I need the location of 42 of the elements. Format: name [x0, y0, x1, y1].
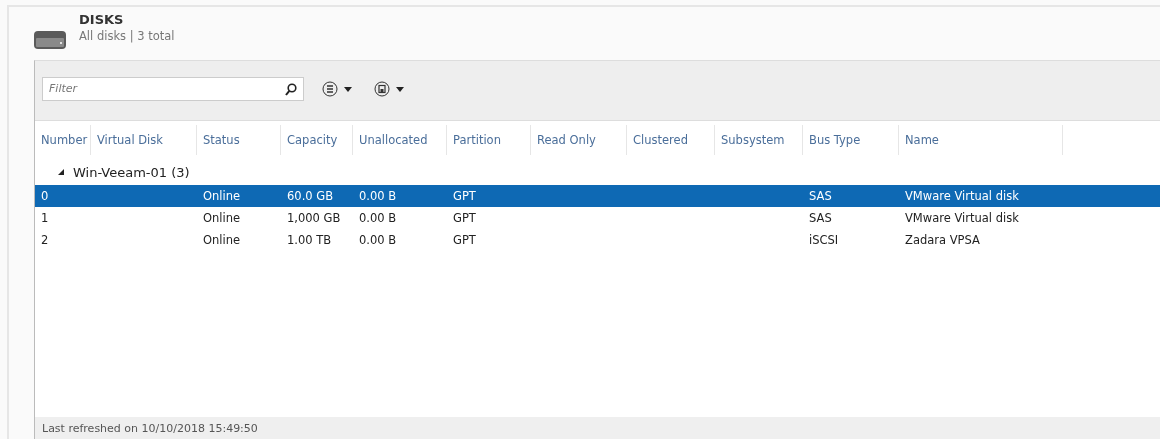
column-header[interactable]: Capacity	[281, 125, 353, 155]
column-header[interactable]: Bus Type	[803, 125, 899, 155]
column-header[interactable]: Subsystem	[715, 125, 803, 155]
table-cell: 0.00 B	[359, 189, 397, 203]
group-header[interactable]: Win-Veeam-01 (3)	[35, 159, 1160, 185]
table-row[interactable]: 2 Online 1.00 TB 0.00 B GPT iSCSI Zadara VPSA	[35, 229, 1160, 251]
search-icon	[285, 82, 297, 96]
table-cell: SAS	[809, 189, 832, 203]
table-cell: GPT	[453, 189, 476, 203]
table-cell: SAS	[809, 211, 832, 225]
table-cell: GPT	[453, 211, 476, 225]
table-cell: GPT	[453, 233, 476, 247]
table-cell: iSCSI	[809, 233, 839, 247]
table-cell: Online	[203, 189, 241, 203]
column-header[interactable]: Number	[35, 125, 91, 155]
table-cell: VMware Virtual disk	[905, 211, 1019, 225]
table-cell: 0.00 B	[359, 211, 397, 225]
filter-field[interactable]: Filter	[42, 76, 304, 101]
table-cell: VMware Virtual disk	[905, 189, 1019, 203]
table-cell: 1,000 GB	[287, 211, 341, 225]
column-header[interactable]: Partition	[447, 125, 531, 155]
table-row[interactable]: 0 Online 60.0 GB 0.00 B GPT SAS VMware Virtual disk	[35, 185, 1160, 207]
table-row[interactable]: 1 Online 1,000 GB 0.00 B GPT SAS VMware Virtual disk	[35, 207, 1160, 229]
column-header[interactable]: Name	[899, 125, 1063, 155]
column-header[interactable]: Clustered	[627, 125, 715, 155]
column-header[interactable]: Status	[197, 125, 281, 155]
column-header[interactable]: Unallocated	[353, 125, 447, 155]
table-cell: 1.00 TB	[287, 233, 332, 247]
section-subtitle: All disks | 3 total	[79, 29, 175, 43]
table-cell: 0	[41, 189, 49, 203]
table-cell: 60.0 GB	[287, 189, 334, 203]
column-header[interactable]: Read Only	[531, 125, 627, 155]
table-cell: 0.00 B	[359, 233, 397, 247]
table-cell: Online	[203, 233, 241, 247]
column-header[interactable]: Virtual Disk	[91, 125, 197, 155]
table-cell: 2	[41, 233, 49, 247]
section-title: DISKS	[79, 12, 125, 27]
table-cell: 1	[41, 211, 49, 225]
table-cell: Online	[203, 211, 241, 225]
table-cell: Zadara VPSA	[905, 233, 980, 247]
group-label: Win-Veeam-01 (3)	[73, 164, 190, 180]
last-refreshed-text: Last refreshed on 10/10/2018 15:49:50	[42, 421, 258, 435]
